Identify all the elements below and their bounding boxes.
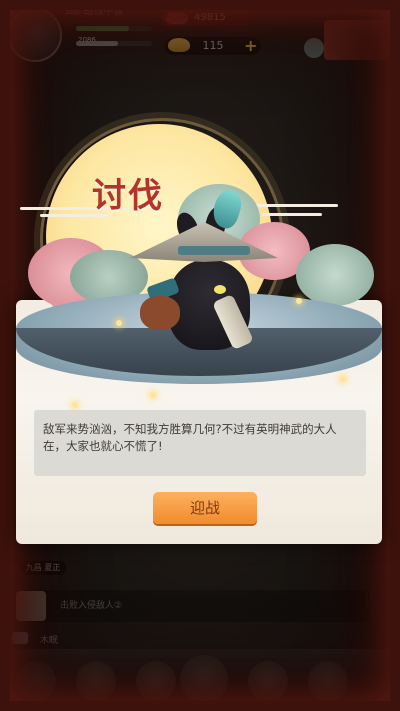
dialog-message: 敌军来势汹汹，不知我方胜算几何?不过有英明神武的大人在，大家也就心不慌了! <box>43 422 337 453</box>
game-scene: 3级 蜡烛中普 2086 49815 115 + 九昌 夏正 击败入侵敌人② 木… <box>0 0 400 711</box>
hat-band <box>178 246 250 255</box>
sparkle-icon <box>150 392 156 398</box>
cloud-stripe <box>262 213 322 216</box>
dialog-message-box: 敌军来势汹汹，不知我方胜算几何?不过有英明神武的大人在，大家也就心不慌了! <box>34 410 366 476</box>
sparkle-icon <box>296 298 302 304</box>
accept-battle-button[interactable]: 迎战 <box>153 492 257 524</box>
sparkle-icon <box>72 402 78 408</box>
cloud-stripe <box>248 204 338 207</box>
green-bush <box>296 244 374 306</box>
sparkle-icon <box>340 376 346 382</box>
dialog-title: 讨伐 <box>92 176 164 216</box>
travel-bag <box>140 296 180 330</box>
sparkle-icon <box>116 320 122 326</box>
cat-eye <box>214 285 226 294</box>
